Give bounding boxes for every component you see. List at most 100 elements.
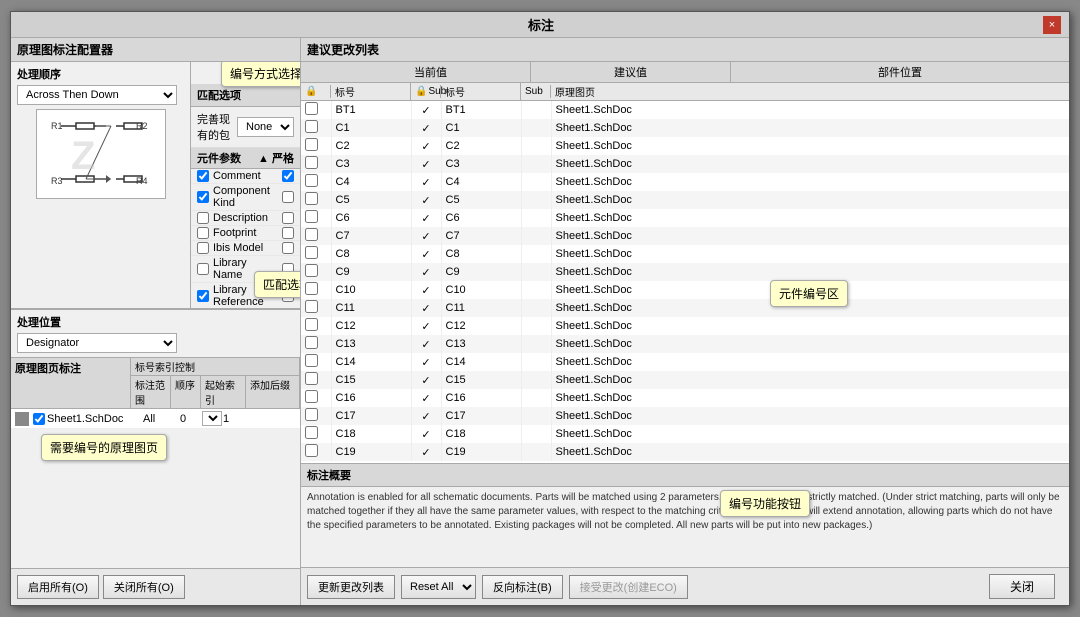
suggested-designator: C19 — [441, 443, 521, 461]
table-row: C6✓C6Sheet1.SchDoc — [301, 209, 1069, 227]
row-checkbox[interactable] — [305, 300, 318, 313]
suggested-value-header: 建议值 — [531, 62, 731, 82]
row-sheet: Sheet1.SchDoc — [551, 227, 1069, 245]
suggested-sub — [521, 389, 551, 407]
table-row: C15✓C15Sheet1.SchDoc — [301, 371, 1069, 389]
row-checkbox[interactable] — [305, 318, 318, 331]
main-dialog: 标注 × 原理图标注配置器 处理顺序 Across Then Down — [10, 11, 1070, 606]
bubble-container: 需要编号的原理图页 — [11, 429, 300, 459]
param-strict-checkbox[interactable] — [282, 212, 294, 224]
current-sub-check: ✓ — [411, 155, 441, 173]
param-strict-checkbox[interactable] — [282, 170, 294, 182]
row-checkbox[interactable] — [305, 102, 318, 115]
param-checkbox[interactable] — [197, 170, 209, 182]
col-range-header: 标注范围 — [131, 376, 171, 408]
param-checkbox[interactable] — [197, 242, 209, 254]
svg-text:R1: R1 — [51, 121, 63, 131]
order-select[interactable]: Across Then Down — [17, 85, 177, 105]
suggested-sub — [521, 173, 551, 191]
matching-header: 匹配选项 — [191, 84, 300, 107]
current-designator: C15 — [331, 371, 411, 389]
row-checkbox[interactable] — [305, 138, 318, 151]
row-sheet: Sheet1.SchDoc — [551, 119, 1069, 137]
current-sub-check: ✓ — [411, 353, 441, 371]
table-row: C13✓C13Sheet1.SchDoc — [301, 335, 1069, 353]
param-checkbox[interactable] — [197, 290, 209, 302]
table-row: C19✓C19Sheet1.SchDoc — [301, 443, 1069, 461]
row-checkbox[interactable] — [305, 408, 318, 421]
current-designator: C4 — [331, 173, 411, 191]
param-checkbox[interactable] — [197, 191, 209, 203]
row-checkbox[interactable] — [305, 210, 318, 223]
current-designator: C11 — [331, 299, 411, 317]
suggested-designator: C4 — [441, 173, 521, 191]
row-checkbox[interactable] — [305, 246, 318, 259]
col-order-header: 顺序 — [171, 376, 201, 408]
start-index-select[interactable]: ▼ — [202, 411, 222, 426]
sch-row-checkbox[interactable] — [33, 413, 45, 425]
param-name: Description — [213, 212, 278, 224]
current-designator: C13 — [331, 335, 411, 353]
title-bar: 标注 × — [11, 12, 1069, 38]
current-designator: C5 — [331, 191, 411, 209]
table-row: C10✓C10Sheet1.SchDoc — [301, 281, 1069, 299]
row-checkbox[interactable] — [305, 336, 318, 349]
current-designator: C6 — [331, 209, 411, 227]
row-checkbox[interactable] — [305, 174, 318, 187]
row-checkbox[interactable] — [305, 282, 318, 295]
row-checkbox[interactable] — [305, 372, 318, 385]
param-row: Component Kind — [191, 184, 300, 211]
changes-table-body: BT1✓BT1Sheet1.SchDocC1✓C1Sheet1.SchDocC2… — [301, 101, 1069, 463]
bubble-numbering-style: 编号方式选择 — [221, 62, 300, 87]
row-checkbox[interactable] — [305, 228, 318, 241]
suggested-sub — [521, 407, 551, 425]
reset-all-select[interactable]: Reset All — [401, 575, 476, 599]
row-checkbox[interactable] — [305, 120, 318, 133]
location-select[interactable]: Designator — [17, 333, 177, 353]
row-checkbox[interactable] — [305, 192, 318, 205]
sub-col-designator2: 标号 — [441, 83, 521, 100]
current-sub-check: ✓ — [411, 245, 441, 263]
update-list-button[interactable]: 更新更改列表 — [307, 575, 395, 599]
row-checkbox[interactable] — [305, 156, 318, 169]
row-sheet: Sheet1.SchDoc — [551, 425, 1069, 443]
lock-icon-sub: 🔒 — [415, 86, 427, 97]
close-button[interactable]: 关闭 — [989, 574, 1055, 599]
param-strict-checkbox[interactable] — [282, 191, 294, 203]
param-strict-checkbox[interactable] — [282, 242, 294, 254]
disable-all-button[interactable]: 关闭所有(O) — [103, 575, 185, 599]
enable-all-button[interactable]: 启用所有(O) — [17, 575, 99, 599]
current-designator: C18 — [331, 425, 411, 443]
current-sub-check: ✓ — [411, 335, 441, 353]
start-index-val: 1 — [223, 413, 229, 425]
current-sub-check: ✓ — [411, 443, 441, 461]
z-pattern-svg: R1 R2 R3 R4 — [41, 114, 161, 194]
suggested-sub — [521, 353, 551, 371]
table-row: C7✓C7Sheet1.SchDoc — [301, 227, 1069, 245]
param-checkbox[interactable] — [197, 212, 209, 224]
suggested-designator: C12 — [441, 317, 521, 335]
current-designator: C1 — [331, 119, 411, 137]
suggested-designator: C5 — [441, 191, 521, 209]
row-checkbox[interactable] — [305, 426, 318, 439]
close-x-button[interactable]: × — [1043, 16, 1061, 34]
suggested-designator: C10 — [441, 281, 521, 299]
param-name: Component Kind — [213, 185, 278, 209]
suggested-sub — [521, 137, 551, 155]
param-strict-checkbox[interactable] — [282, 227, 294, 239]
param-checkbox[interactable] — [197, 263, 209, 275]
row-checkbox[interactable] — [305, 390, 318, 403]
current-sub-check: ✓ — [411, 137, 441, 155]
row-checkbox[interactable] — [305, 264, 318, 277]
reverse-annotation-button[interactable]: 反向标注(B) — [482, 575, 563, 599]
row-checkbox[interactable] — [305, 354, 318, 367]
perfect-existing-select[interactable]: None — [237, 117, 294, 137]
row-sheet: Sheet1.SchDoc — [551, 191, 1069, 209]
accept-changes-button[interactable]: 接受更改(创建ECO) — [569, 575, 688, 599]
current-value-header: 当前值 — [331, 62, 531, 82]
changes-section-header: 建议更改列表 — [301, 38, 1069, 62]
param-checkbox[interactable] — [197, 227, 209, 239]
index-control-header: 标号索引控制 — [131, 358, 299, 376]
sch-main-header: 原理图页标注 — [11, 358, 131, 408]
row-checkbox[interactable] — [305, 444, 318, 457]
